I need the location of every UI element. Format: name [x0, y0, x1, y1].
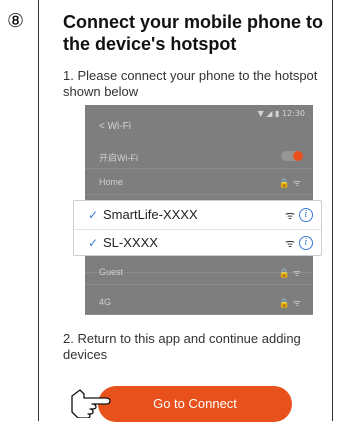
network-item-smartlife[interactable]: ✓ SmartLife-XXXX ᯤ i	[74, 202, 321, 229]
info-icon[interactable]: i	[299, 236, 313, 250]
wifi-toggle	[281, 151, 303, 161]
phone-row-label: Guest	[99, 267, 124, 277]
phone-row-wifi-toggle: 开启Wi-Fi	[85, 143, 313, 169]
network-name: SL-XXXX	[103, 235, 158, 250]
wifi-icon: ᯤ	[284, 237, 295, 250]
phone-status-bar: ▼ ◢ ▮ 12:30	[257, 109, 305, 118]
check-icon: ✓	[88, 208, 99, 222]
instruction-step2: 2. Return to this app and continue addin…	[63, 331, 301, 362]
pointing-hand-icon	[71, 389, 111, 418]
phone-row-4g: 4G 🔒 ᯤ	[85, 289, 313, 315]
phone-row-guest: Guest 🔒 ᯤ	[85, 259, 313, 285]
phone-wifi-header: < Wi-Fi	[99, 121, 131, 132]
phone-row-label: Home	[99, 177, 124, 187]
toggle-knob	[293, 151, 303, 161]
lock-wifi-icon: 🔒 ᯤ	[278, 179, 301, 189]
page-title: Connect your mobile phone to the device'…	[63, 12, 323, 54]
lock-wifi-icon: 🔒 ᯤ	[278, 269, 301, 279]
phone-row-label: 4G	[99, 297, 112, 307]
instruction-step1: 1. Please connect your phone to the hots…	[63, 68, 318, 99]
hotspot-list-popup: ✓ SmartLife-XXXX ᯤ i ✓ SL-XXXX ᯤ i	[73, 200, 322, 256]
network-name: SmartLife-XXXX	[103, 207, 198, 222]
go-to-connect-button[interactable]: Go to Connect	[98, 386, 292, 422]
phone-row-label: 开启Wi-Fi	[99, 153, 138, 163]
check-icon: ✓	[88, 236, 99, 250]
info-icon[interactable]: i	[299, 208, 313, 222]
phone-row-home: Home 🔒 ᯤ	[85, 169, 313, 195]
wifi-icon: ᯤ	[284, 209, 295, 222]
network-item-sl[interactable]: ✓ SL-XXXX ᯤ i	[74, 230, 321, 257]
lock-wifi-icon: 🔒 ᯤ	[278, 299, 301, 309]
step-number: ⑧	[7, 11, 25, 32]
